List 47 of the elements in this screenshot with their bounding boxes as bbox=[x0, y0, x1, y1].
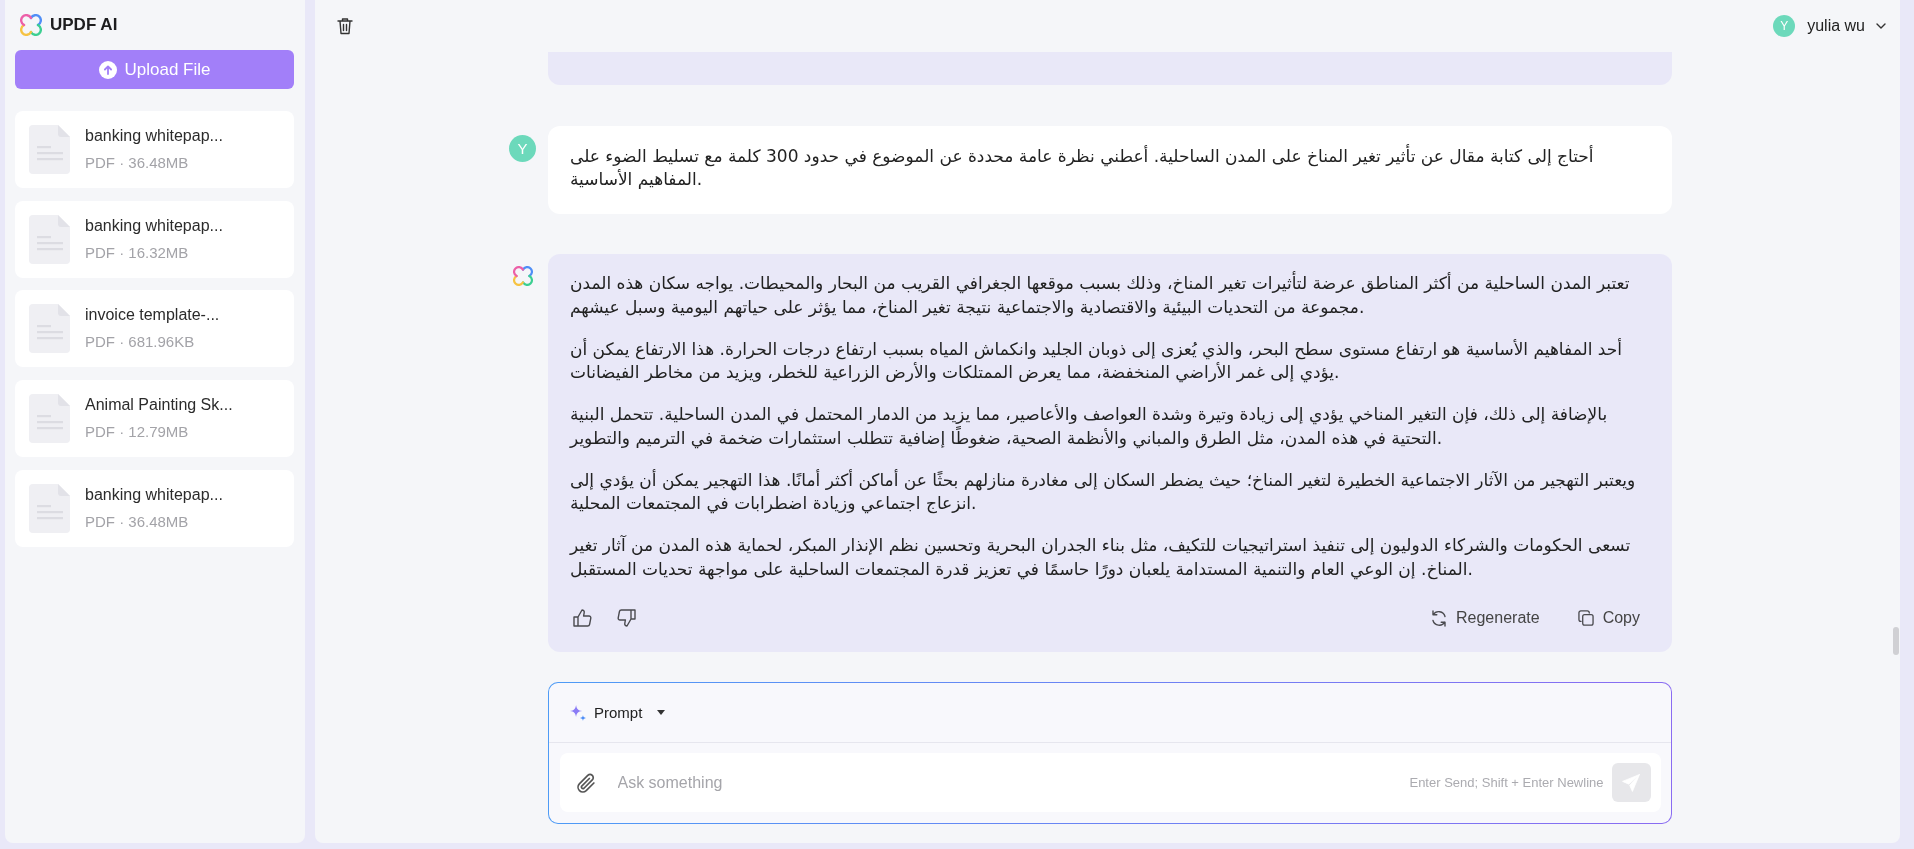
answer-paragraph: ويعتبر التهجير من الآثار الاجتماعية الخطيرة لتغير المناخ؛ حيث يضطر السكان إلى مغادرة منازلهم بحثًا عن أماكن أكثر أمانًا. هذا التهجير يمكن أن يؤدي إلى انزعاج اجتماعي وزيادة اضطرابات في المجتمعات المحلية. bbox=[570, 468, 1637, 516]
document-icon bbox=[29, 304, 70, 354]
document-icon bbox=[29, 394, 70, 444]
user-avatar: Y bbox=[509, 135, 536, 162]
message-input[interactable]: Ask something bbox=[617, 770, 1398, 795]
keyboard-hint: Enter Send; Shift + Enter Newline bbox=[1409, 775, 1604, 790]
file-name: banking whitepap... bbox=[85, 126, 223, 146]
copy-icon bbox=[1577, 610, 1594, 626]
prompt-dropdown[interactable]: Prompt bbox=[570, 704, 666, 721]
file-name: banking whitepap... bbox=[85, 215, 223, 236]
thumbs-down-icon[interactable] bbox=[617, 609, 636, 627]
file-size: PDF · 681.96KB bbox=[85, 332, 196, 353]
answer-paragraph: بالإضافة إلى ذلك، فإن التغير المناخي يؤدي إلى زيادة وتيرة وشدة العواصف والأعاصير، مما يزيد من الدمار المحتمل في المدن الساحلية. تتحمل البنية التحتية في هذه المدن، مثل الطرق والمباني والأنظمة الصحية، ضغوطًا إضافية تتطلب استثمارات ضخمة في الترميم والتطوير. bbox=[570, 403, 1609, 450]
chevron-down-icon[interactable] bbox=[1876, 23, 1886, 29]
answer-paragraph: تسعى الحكومات والشركاء الدوليون إلى تنفيذ استراتيجيات للتكيف، مثل بناء الجدران البحرية وتحسين نظم الإنذار المبكر، لحماية هذه المدن من آثار تغير المناخ. إن الوعي العام والتنمية المستدامة يلعبان دورًا حاسمًا في تعزيز قدرة المجتمعات الساحلية على مواجهة تحديات المستقبل. bbox=[570, 534, 1632, 581]
scrollbar-thumb[interactable] bbox=[1893, 627, 1899, 655]
file-item[interactable]: banking whitepap... PDF · 36.48MB bbox=[15, 469, 294, 547]
file-size: PDF · 16.32MB bbox=[85, 242, 190, 263]
app-title: UPDF AI bbox=[50, 15, 118, 35]
copy-button[interactable]: Copy bbox=[1577, 609, 1640, 627]
file-item[interactable]: Animal Painting Sk... PDF · 12.79MB bbox=[15, 380, 294, 458]
file-size: PDF · 36.48MB bbox=[85, 511, 190, 532]
file-item[interactable]: invoice template-... PDF · 681.96KB bbox=[15, 290, 294, 368]
user-message: أحتاج إلى كتابة مقال عن تأثير تغير المناخ على المدن الساحلية. أعطني نظرة عامة محددة عن الموضوع في حدود 300 كلمة مع تسليط الضوء على المفاهيم الأساسية. bbox=[548, 126, 1672, 214]
file-name: invoice template-... bbox=[85, 305, 220, 326]
trash-icon[interactable] bbox=[337, 17, 353, 35]
file-size: PDF · 12.79MB bbox=[85, 422, 190, 443]
regenerate-button[interactable]: Regenerate bbox=[1431, 609, 1540, 627]
app-logo-icon bbox=[20, 14, 42, 36]
app-logo-icon bbox=[512, 266, 533, 286]
user-name[interactable]: yulia wu bbox=[1807, 17, 1865, 35]
file-size: PDF · 36.48MB bbox=[85, 153, 190, 173]
file-name: banking whitepap... bbox=[85, 484, 223, 505]
caret-down-icon bbox=[657, 710, 666, 715]
answer-paragraph: أحد المفاهيم الأساسية هو ارتفاع مستوى سطح البحر، والذي يُعزى إلى ذوبان الجليد وانكماش المياه بسبب ارتفاع درجات الحرارة. هذا الارتفاع يمكن أن يؤدي إلى غمر الأراضي المنخفضة، مما يعرض الممتلكات والأرض الزراعية للخطر، ويزيد من مخاطر الفيضانات. bbox=[570, 337, 1623, 385]
paperclip-icon[interactable] bbox=[576, 772, 596, 793]
document-icon bbox=[29, 483, 70, 533]
file-item[interactable]: banking whitepap... PDF · 16.32MB bbox=[15, 200, 294, 278]
file-item[interactable]: banking whitepap... PDF · 36.48MB bbox=[15, 111, 294, 188]
file-name: Animal Painting Sk... bbox=[85, 395, 233, 416]
document-icon bbox=[29, 214, 70, 264]
document-icon bbox=[29, 125, 70, 174]
sparkle-icon bbox=[570, 704, 586, 721]
paper-plane-icon bbox=[1622, 773, 1640, 792]
answer-paragraph: تعتبر المدن الساحلية من أكثر المناطق عرضة لتأثيرات تغير المناخ، وذلك بسبب موقعها الجغرافي القريب من البحار والمحيطات. يواجه سكان هذه المدن مجموعة من التحديات البيئية والاقتصادية والاجتماعية نتيجة تغير المناخ، مما يؤثر على حياتهم اليومية وسبل عيشهم. bbox=[570, 272, 1631, 319]
thumbs-up-icon[interactable] bbox=[573, 609, 592, 627]
refresh-icon bbox=[1431, 609, 1447, 627]
